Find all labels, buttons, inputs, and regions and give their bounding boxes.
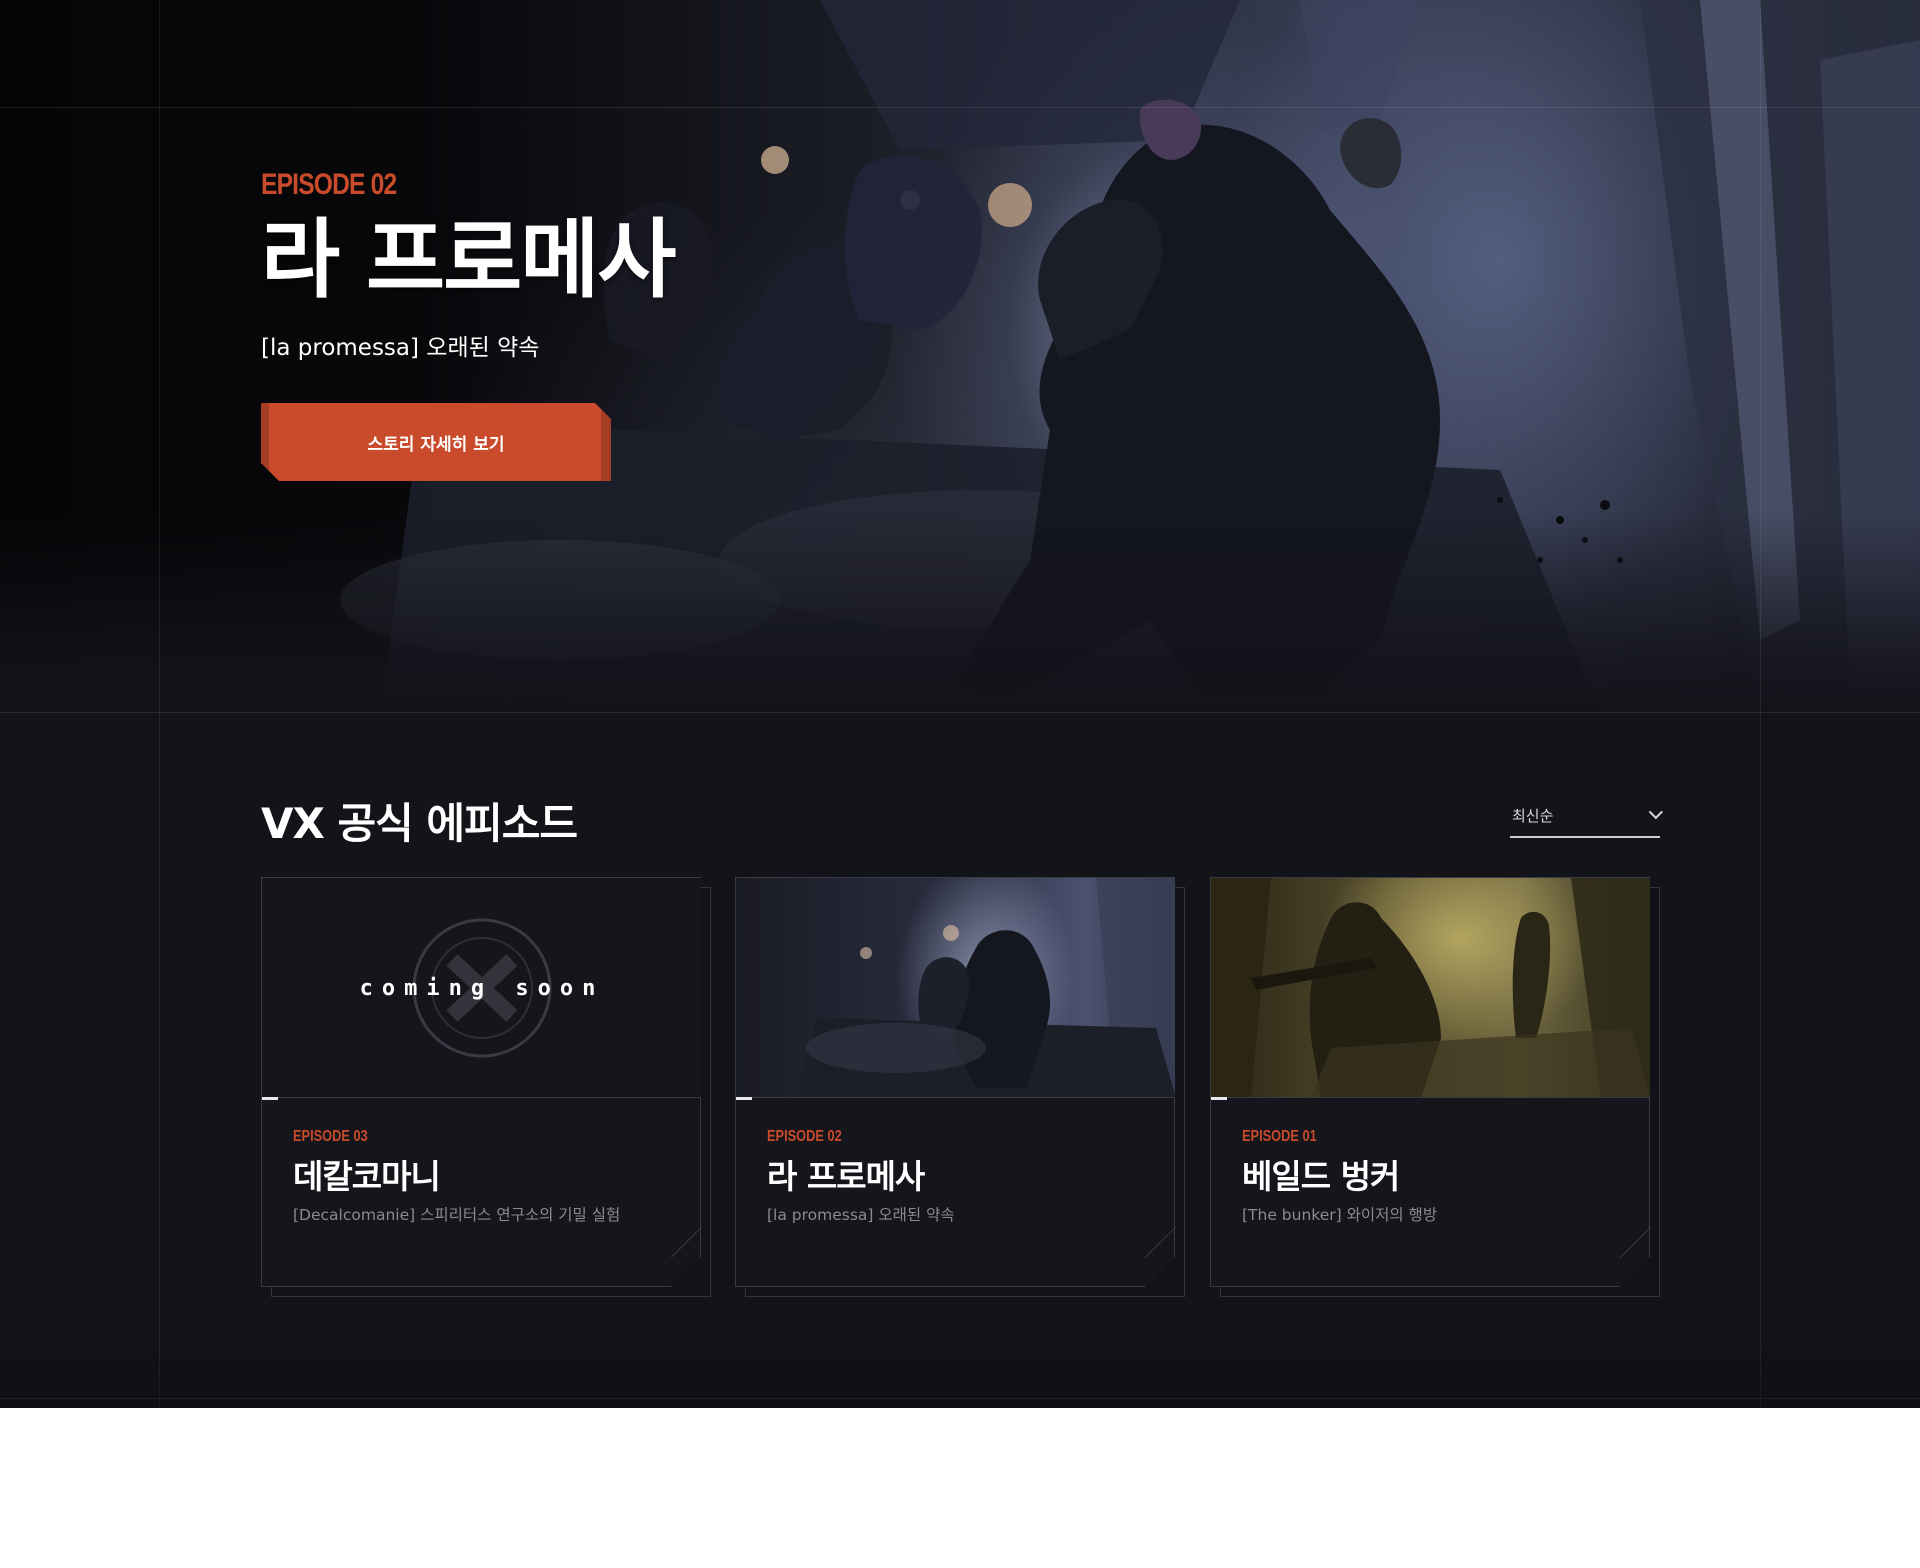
episode-card[interactable]: coming soon EPISODE 03 데칼코마니 [Decalcoman… (261, 877, 711, 1297)
coming-soon-text: coming soon (359, 975, 605, 1001)
card-description: [la promessa] 오래된 약속 (767, 1206, 955, 1224)
guide-line (0, 107, 1920, 108)
chevron-down-icon (1648, 805, 1663, 820)
story-details-button[interactable]: 스토리 자세히 보기 (261, 403, 611, 481)
card-title: 데칼코마니 (293, 1157, 441, 1196)
card-thumbnail: coming soon (262, 878, 701, 1098)
card-description: [Decalcomanie] 스피리터스 연구소의 기밀 실험 (293, 1206, 621, 1224)
hero-title: 라 프로메사 (261, 210, 677, 310)
episode-card[interactable]: EPISODE 02 라 프로메사 [la promessa] 오래된 약속 (735, 877, 1185, 1297)
la-promessa-thumbnail-art (796, 878, 1175, 1097)
card-thumbnail (1211, 878, 1650, 1098)
sort-selected-value: 최신순 (1512, 806, 1554, 825)
guide-line (0, 712, 1920, 713)
card-body: coming soon EPISODE 03 데칼코마니 [Decalcoman… (261, 877, 701, 1287)
card-marker (736, 1097, 752, 1100)
card-title: 라 프로메사 (767, 1157, 925, 1196)
hero-episode-label: EPISODE 02 (261, 168, 397, 201)
card-episode-label: EPISODE 03 (293, 1128, 368, 1145)
hero-text-block: EPISODE 02 라 프로메사 [la promessa] 오래된 약속 (261, 168, 677, 362)
card-body: EPISODE 02 라 프로메사 [la promessa] 오래된 약속 (735, 877, 1175, 1287)
episode-card[interactable]: EPISODE 01 베일드 벙커 [The bunker] 와이저의 행방 (1210, 877, 1660, 1297)
section-bottom-strip (0, 1320, 1920, 1408)
hero-bottom-fade (0, 512, 1920, 712)
card-thumbnail (736, 878, 1175, 1098)
guide-line (1760, 0, 1761, 1408)
sort-dropdown[interactable]: 최신순 (1510, 800, 1663, 838)
veiled-bunker-thumbnail-art (1211, 878, 1650, 1097)
card-episode-label: EPISODE 02 (767, 1128, 842, 1145)
card-marker (262, 1097, 278, 1100)
card-description: [The bunker] 와이저의 행방 (1242, 1206, 1438, 1224)
page: EPISODE 02 라 프로메사 [la promessa] 오래된 약속 스… (0, 0, 1920, 1408)
section-title: VX 공식 에피소드 (261, 799, 578, 848)
guide-line (159, 0, 160, 1408)
card-episode-label: EPISODE 01 (1242, 1128, 1317, 1145)
card-body: EPISODE 01 베일드 벙커 [The bunker] 와이저의 행방 (1210, 877, 1650, 1287)
card-marker (1211, 1097, 1227, 1100)
hero-subtitle: [la promessa] 오래된 약속 (261, 335, 540, 361)
card-title: 베일드 벙커 (1242, 1157, 1400, 1196)
